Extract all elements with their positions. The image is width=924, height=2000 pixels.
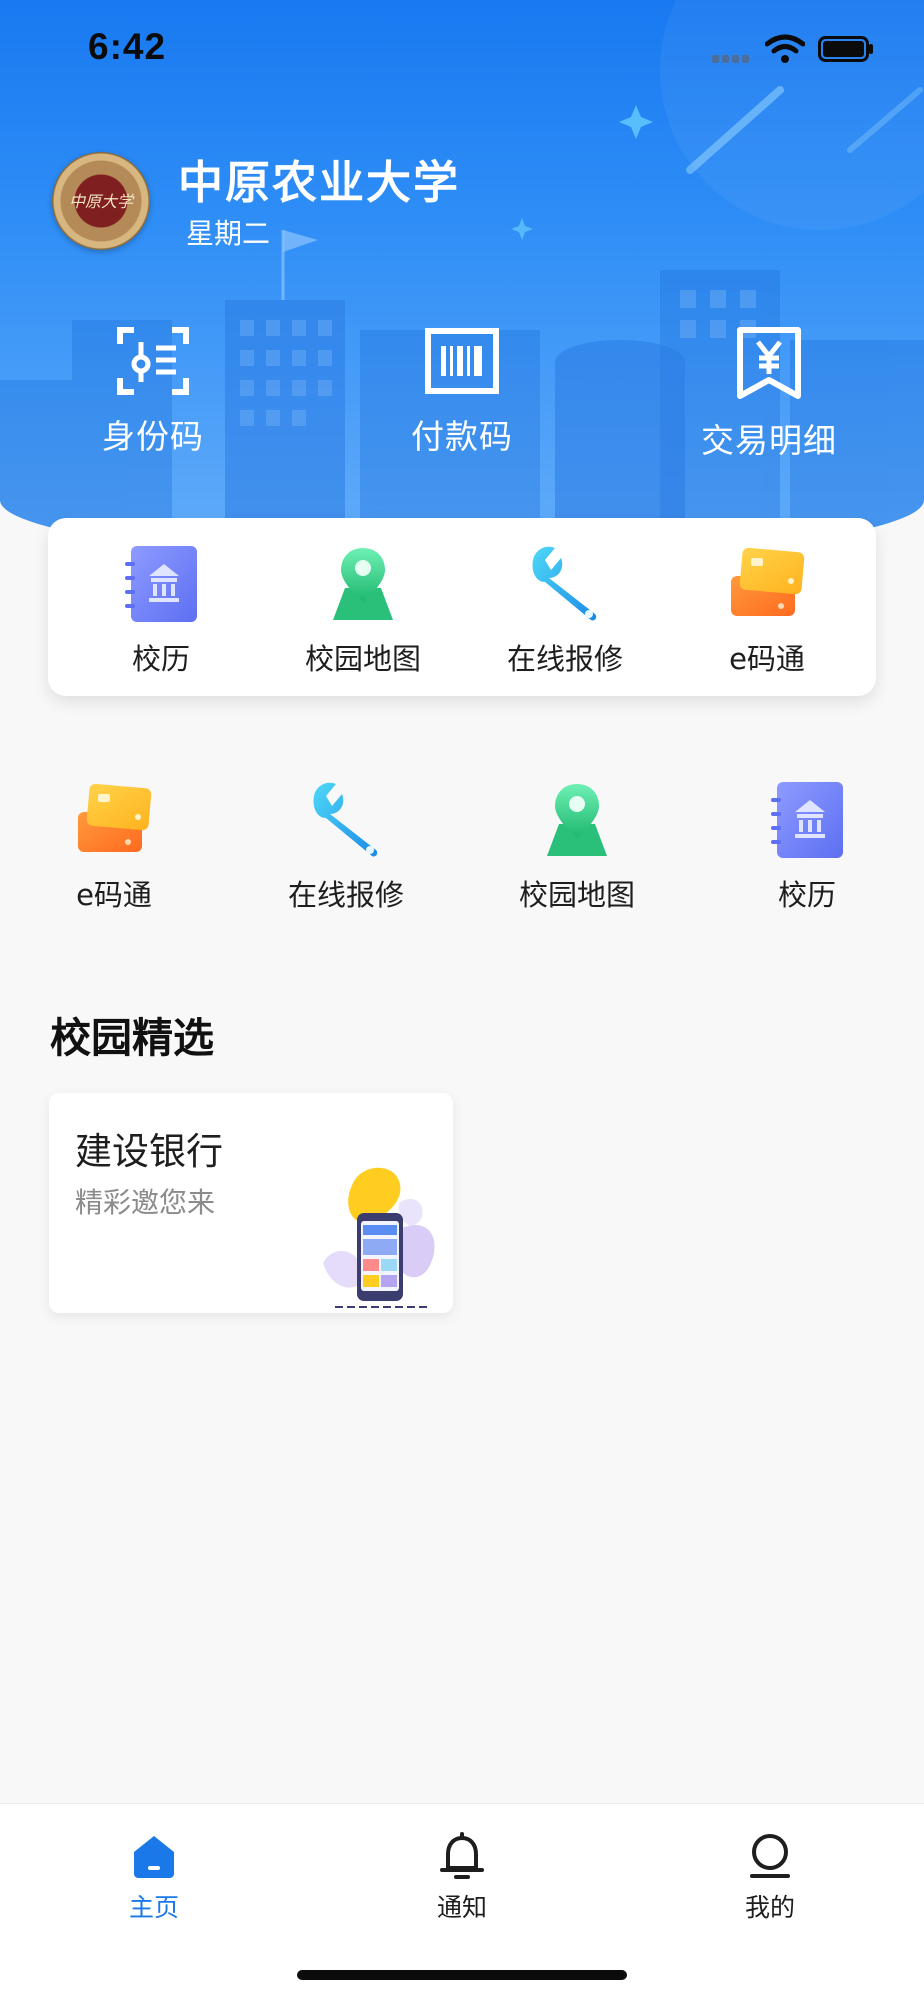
service-campus-map[interactable]: 校园地图 <box>283 544 443 678</box>
status-time: 6:42 <box>88 26 167 67</box>
cellular-signal-icon <box>712 55 752 63</box>
battery-icon <box>818 36 873 62</box>
transactions-label: 交易明细 <box>701 421 837 460</box>
home-icon <box>134 1836 174 1878</box>
payment-code-label: 付款码 <box>411 417 513 456</box>
promo-card-ccb[interactable]: 建设银行 精彩邀您来 <box>49 1093 453 1313</box>
yuan-receipt-icon <box>737 327 801 399</box>
service-campus-map-label: 校园地图 <box>304 642 421 676</box>
calendar-book-icon <box>125 546 197 622</box>
recent-service-ecode[interactable]: e码通 <box>34 780 194 914</box>
tab-profile[interactable]: 我的 <box>690 1832 850 1924</box>
recent-service-online-repair-label: 在线报修 <box>287 878 404 912</box>
school-name: 中原农业大学 <box>178 156 461 209</box>
tab-notifications[interactable]: 通知 <box>382 1832 542 1924</box>
featured-section-title: 校园精选 <box>50 1014 214 1062</box>
map-pin-icon <box>547 784 607 856</box>
service-calendar[interactable]: 校历 <box>81 544 241 678</box>
id-code-icon <box>117 327 189 395</box>
school-logo: 中原大学 <box>52 152 150 250</box>
service-online-repair-label: 在线报修 <box>506 642 623 676</box>
barcode-icon <box>425 328 499 394</box>
bell-icon <box>440 1832 484 1879</box>
wrench-icon <box>313 782 378 857</box>
recent-service-online-repair[interactable]: 在线报修 <box>266 780 426 914</box>
home-indicator[interactable] <box>297 1970 627 1980</box>
recent-service-calendar[interactable]: 校历 <box>727 780 887 914</box>
cards-icon <box>731 547 805 616</box>
calendar-book-icon <box>771 782 843 858</box>
recent-service-campus-map-label: 校园地图 <box>518 878 635 912</box>
tab-profile-label: 我的 <box>744 1893 795 1922</box>
promo-card-title: 建设银行 <box>75 1130 223 1173</box>
profile-icon <box>750 1834 790 1878</box>
recent-service-campus-map[interactable]: 校园地图 <box>497 780 657 914</box>
service-calendar-label: 校历 <box>131 642 190 676</box>
cards-icon <box>78 783 152 852</box>
tab-notifications-label: 通知 <box>436 1893 487 1922</box>
service-ecode-label: e码通 <box>729 642 805 676</box>
wrench-icon <box>532 546 597 621</box>
id-code-button[interactable]: 身份码 <box>53 326 253 458</box>
tab-home-label: 主页 <box>128 1893 179 1922</box>
id-code-label: 身份码 <box>102 417 204 456</box>
promo-card-subtitle: 精彩邀您来 <box>75 1186 216 1219</box>
weekday-label: 星期二 <box>186 217 271 250</box>
tab-home[interactable]: 主页 <box>74 1832 234 1924</box>
transactions-button[interactable]: 交易明细 <box>669 326 869 462</box>
wifi-icon <box>765 34 805 63</box>
service-ecode[interactable]: e码通 <box>687 544 847 678</box>
recent-service-ecode-label: e码通 <box>76 878 152 912</box>
service-online-repair[interactable]: 在线报修 <box>485 544 645 678</box>
map-pin-icon <box>333 548 393 620</box>
top-actions: 身份码 付款码 交易明细 <box>0 326 924 466</box>
phone-illustration-icon <box>323 1167 435 1308</box>
quick-services-card: 校历 校园地图 在线报修 e码通 <box>48 518 876 696</box>
recent-services: e码通 在线报修 校园地图 校历 <box>0 780 924 912</box>
status-bar: 6:42 <box>0 0 924 100</box>
recent-service-calendar-label: 校历 <box>777 878 836 912</box>
payment-code-button[interactable]: 付款码 <box>362 326 562 458</box>
